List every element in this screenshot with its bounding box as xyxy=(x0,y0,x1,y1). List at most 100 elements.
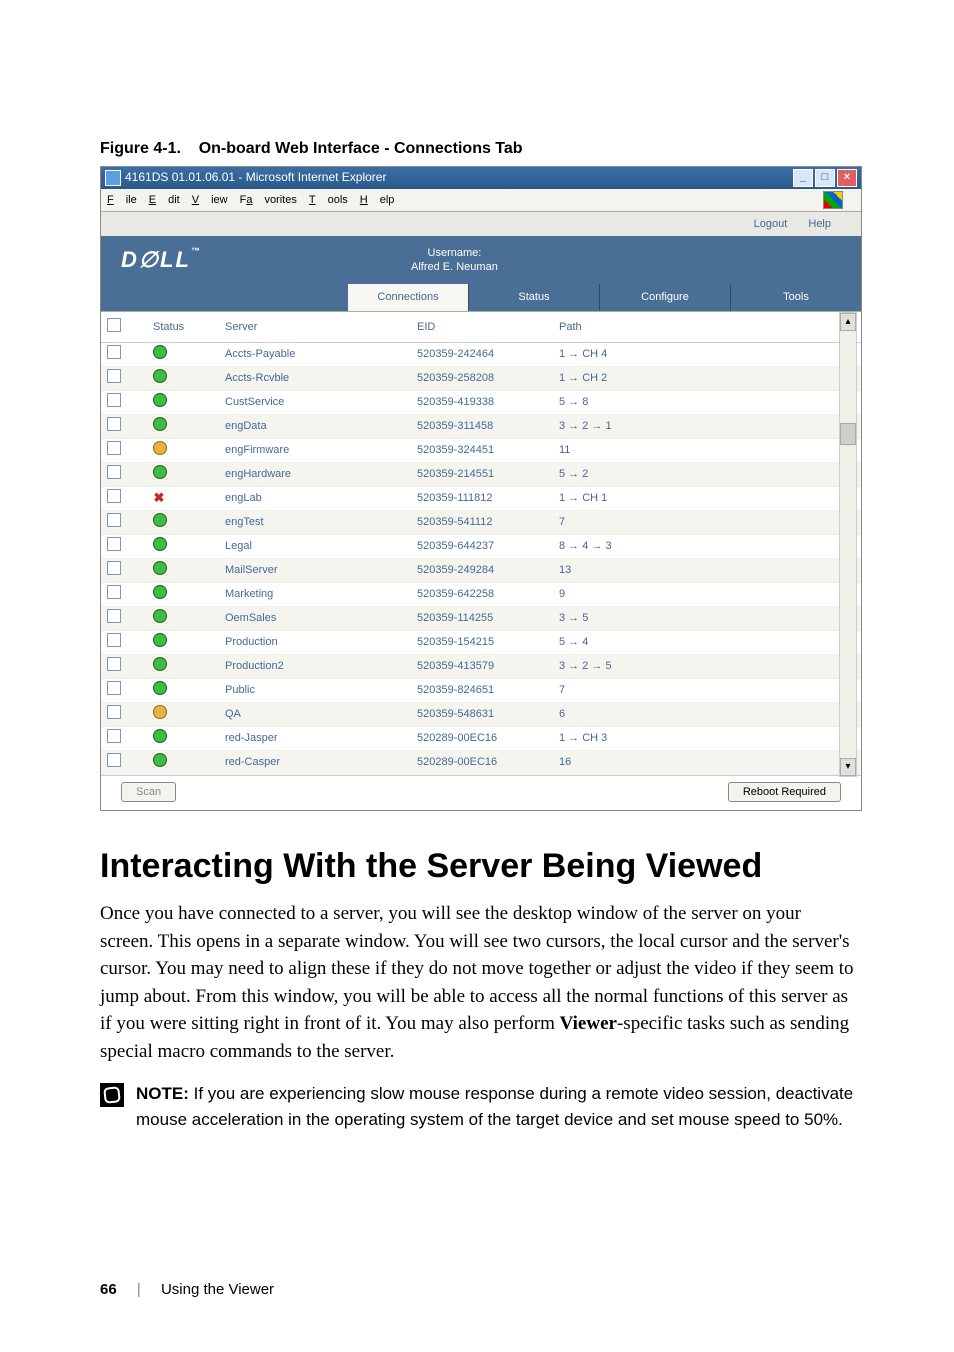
username-label: Username: xyxy=(411,246,498,260)
top-links: Logout Help xyxy=(101,212,861,236)
status-green-icon xyxy=(153,585,167,599)
table-row[interactable]: engData520359-3114583 → 2 → 1 xyxy=(101,414,861,438)
menu-tools[interactable]: Tools xyxy=(309,193,348,207)
table-row[interactable]: ✖engLab520359-1118121 → CH 1 xyxy=(101,486,861,510)
server-cell[interactable]: Public xyxy=(219,678,411,702)
figure-title: On-board Web Interface - Connections Tab xyxy=(199,140,523,157)
scroll-down-arrow[interactable]: ▾ xyxy=(840,758,856,776)
server-cell[interactable]: CustService xyxy=(219,390,411,414)
path-cell: 3 → 5 xyxy=(553,606,861,630)
table-row[interactable]: OemSales520359-1142553 → 5 xyxy=(101,606,861,630)
row-checkbox[interactable] xyxy=(107,513,121,527)
row-checkbox[interactable] xyxy=(107,705,121,719)
row-checkbox[interactable] xyxy=(107,441,121,455)
col-path[interactable]: Path xyxy=(553,312,861,343)
scan-button[interactable]: Scan xyxy=(121,782,176,802)
table-row[interactable]: red-Jasper520289-00EC161 → CH 3 xyxy=(101,726,861,750)
server-cell[interactable]: engTest xyxy=(219,510,411,534)
eid-cell: 520359-214551 xyxy=(411,462,553,486)
scroll-thumb[interactable] xyxy=(840,423,856,445)
status-green-icon xyxy=(153,657,167,671)
server-cell[interactable]: red-Jasper xyxy=(219,726,411,750)
tab-connections[interactable]: Connections xyxy=(348,284,468,310)
path-cell: 5 → 8 xyxy=(553,390,861,414)
row-checkbox[interactable] xyxy=(107,537,121,551)
table-row[interactable]: Production520359-1542155 → 4 xyxy=(101,630,861,654)
server-cell[interactable]: QA xyxy=(219,702,411,726)
table-row[interactable]: MailServer520359-24928413 xyxy=(101,558,861,582)
row-checkbox[interactable] xyxy=(107,561,121,575)
table-row[interactable]: engFirmware520359-32445111 xyxy=(101,438,861,462)
server-cell[interactable]: engLab xyxy=(219,486,411,510)
table-row[interactable]: QA520359-5486316 xyxy=(101,702,861,726)
server-cell[interactable]: red-Casper xyxy=(219,750,411,774)
logout-link[interactable]: Logout xyxy=(754,218,788,230)
table-row[interactable]: Legal520359-6442378 → 4 → 3 xyxy=(101,534,861,558)
header-band: D∅LL™ Username: Alfred E. Neuman xyxy=(101,236,861,284)
row-checkbox[interactable] xyxy=(107,417,121,431)
help-link[interactable]: Help xyxy=(808,218,831,230)
table-row[interactable]: Accts-Payable520359-2424641 → CH 4 xyxy=(101,342,861,366)
row-checkbox[interactable] xyxy=(107,609,121,623)
status-green-icon xyxy=(153,345,167,359)
table-row[interactable]: red-Casper520289-00EC1616 xyxy=(101,750,861,774)
row-checkbox[interactable] xyxy=(107,489,121,503)
server-cell[interactable]: engHardware xyxy=(219,462,411,486)
menu-edit[interactable]: Edit xyxy=(149,193,180,207)
table-row[interactable]: engHardware520359-2145515 → 2 xyxy=(101,462,861,486)
tab-configure[interactable]: Configure xyxy=(599,284,730,310)
row-checkbox[interactable] xyxy=(107,753,121,767)
menu-favorites[interactable]: Favorites xyxy=(240,193,297,207)
table-row[interactable]: CustService520359-4193385 → 8 xyxy=(101,390,861,414)
server-cell[interactable]: Accts-Rcvble xyxy=(219,366,411,390)
path-cell: 1 → CH 2 xyxy=(553,366,861,390)
server-cell[interactable]: engFirmware xyxy=(219,438,411,462)
table-row[interactable]: engTest520359-5411127 xyxy=(101,510,861,534)
scroll-up-arrow[interactable]: ▴ xyxy=(840,313,856,331)
select-all-checkbox[interactable] xyxy=(107,318,121,332)
col-server[interactable]: Server xyxy=(219,312,411,343)
tab-status[interactable]: Status xyxy=(468,284,599,310)
table-row[interactable]: Accts-Rcvble520359-2582081 → CH 2 xyxy=(101,366,861,390)
maximize-button[interactable]: □ xyxy=(815,169,835,187)
row-checkbox[interactable] xyxy=(107,657,121,671)
footer-section: Using the Viewer xyxy=(161,1281,274,1298)
server-cell[interactable]: Production2 xyxy=(219,654,411,678)
row-checkbox[interactable] xyxy=(107,633,121,647)
menu-view[interactable]: View xyxy=(192,193,228,207)
table-row[interactable]: Production2520359-4135793 → 2 → 5 xyxy=(101,654,861,678)
status-green-icon xyxy=(153,369,167,383)
server-cell[interactable]: Marketing xyxy=(219,582,411,606)
row-checkbox[interactable] xyxy=(107,393,121,407)
row-checkbox[interactable] xyxy=(107,345,121,359)
ie-logo-icon xyxy=(823,191,843,209)
col-status[interactable]: Status xyxy=(147,312,219,343)
server-cell[interactable]: Accts-Payable xyxy=(219,342,411,366)
server-cell[interactable]: OemSales xyxy=(219,606,411,630)
menu-help[interactable]: Help xyxy=(360,193,395,207)
col-eid[interactable]: EID xyxy=(411,312,553,343)
close-button[interactable]: × xyxy=(837,169,857,187)
table-row[interactable]: Public520359-8246517 xyxy=(101,678,861,702)
table-row[interactable]: Marketing520359-6422589 xyxy=(101,582,861,606)
note-icon xyxy=(100,1083,124,1107)
server-cell[interactable]: Legal xyxy=(219,534,411,558)
paragraph-bold: Viewer xyxy=(560,1013,617,1034)
row-checkbox[interactable] xyxy=(107,465,121,479)
menu-file[interactable]: File xyxy=(107,193,137,207)
path-cell: 5 → 2 xyxy=(553,462,861,486)
minimize-button[interactable]: _ xyxy=(793,169,813,187)
row-checkbox[interactable] xyxy=(107,729,121,743)
status-green-icon xyxy=(153,537,167,551)
path-cell: 9 xyxy=(553,582,861,606)
status-green-icon xyxy=(153,393,167,407)
row-checkbox[interactable] xyxy=(107,369,121,383)
server-cell[interactable]: MailServer xyxy=(219,558,411,582)
row-checkbox[interactable] xyxy=(107,585,121,599)
tab-tools[interactable]: Tools xyxy=(730,284,861,310)
server-cell[interactable]: engData xyxy=(219,414,411,438)
scrollbar[interactable]: ▴ ▾ xyxy=(839,312,857,777)
row-checkbox[interactable] xyxy=(107,681,121,695)
reboot-required-button[interactable]: Reboot Required xyxy=(728,782,841,802)
server-cell[interactable]: Production xyxy=(219,630,411,654)
